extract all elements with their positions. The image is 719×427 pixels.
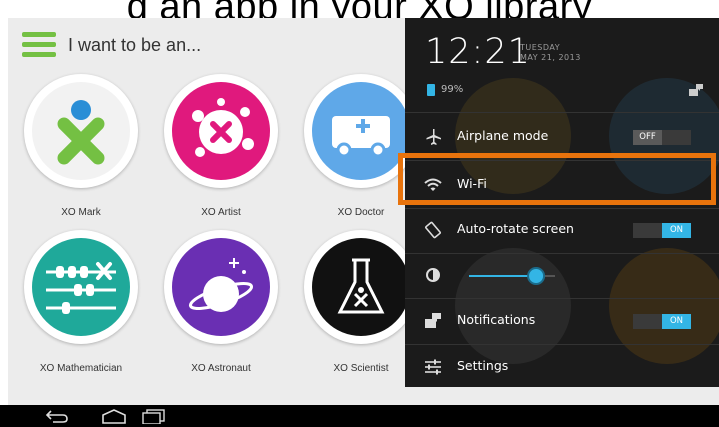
ambulance-icon bbox=[332, 116, 390, 158]
settings-sliders-icon bbox=[425, 359, 441, 375]
xo-mark-icon bbox=[57, 100, 105, 165]
settings-row[interactable]: Settings bbox=[405, 344, 719, 387]
settings-label: Settings bbox=[457, 358, 509, 373]
app-tile-xo-scientist[interactable]: XO Scientist bbox=[301, 230, 421, 380]
app-tile-xo-artist[interactable]: XO Artist bbox=[161, 74, 281, 224]
menu-icon[interactable] bbox=[22, 32, 56, 58]
paint-splash-icon bbox=[192, 98, 254, 157]
tile-label: XO Mark bbox=[61, 207, 101, 218]
app-title: I want to be an... bbox=[68, 35, 202, 55]
clock-time: 12:21 bbox=[425, 32, 531, 72]
recent-apps-icon[interactable] bbox=[140, 408, 166, 424]
launcher-screen: I want to be an... XO Mark XO Artist XO … bbox=[8, 18, 719, 405]
battery-percent: 99% bbox=[441, 84, 464, 95]
back-icon[interactable] bbox=[45, 409, 69, 423]
app-tile-xo-mark[interactable]: XO Mark bbox=[21, 74, 141, 224]
airplane-icon bbox=[426, 129, 441, 145]
tile-label: XO Artist bbox=[201, 207, 241, 218]
brightness-slider[interactable] bbox=[463, 264, 563, 288]
tile-label: XO Mathematician bbox=[39, 363, 123, 374]
brightness-icon bbox=[426, 268, 440, 282]
brightness-slider-thumb[interactable] bbox=[527, 267, 546, 285]
system-nav-bar bbox=[0, 405, 719, 427]
notifications-icon bbox=[689, 84, 703, 96]
tile-label: XO Astronaut bbox=[191, 363, 251, 374]
notifications-icon bbox=[425, 313, 441, 328]
battery-icon bbox=[427, 84, 435, 96]
planet-icon bbox=[188, 258, 254, 312]
airplane-mode-toggle[interactable]: OFF bbox=[633, 130, 691, 145]
auto-rotate-icon bbox=[425, 221, 441, 239]
notifications-row[interactable]: Notifications ON bbox=[405, 298, 719, 344]
app-tile-xo-mathematician[interactable]: XO Mathematician bbox=[21, 230, 141, 380]
abacus-icon bbox=[46, 262, 116, 314]
app-tile-xo-astronaut[interactable]: XO Astronaut bbox=[161, 230, 281, 380]
clock-date: TUESDAY MAY 21, 2013 bbox=[520, 43, 581, 62]
auto-rotate-label: Auto-rotate screen bbox=[457, 221, 574, 236]
brightness-row bbox=[405, 252, 719, 298]
wifi-highlight-box bbox=[398, 153, 716, 205]
divider bbox=[405, 112, 719, 113]
auto-rotate-toggle[interactable]: ON bbox=[633, 223, 691, 238]
auto-rotate-row[interactable]: Auto-rotate screen ON bbox=[405, 207, 719, 253]
airplane-mode-label: Airplane mode bbox=[457, 128, 549, 143]
notifications-label: Notifications bbox=[457, 312, 536, 327]
notifications-toggle[interactable]: ON bbox=[633, 314, 691, 329]
flask-icon bbox=[337, 258, 385, 314]
home-icon[interactable] bbox=[100, 408, 128, 424]
